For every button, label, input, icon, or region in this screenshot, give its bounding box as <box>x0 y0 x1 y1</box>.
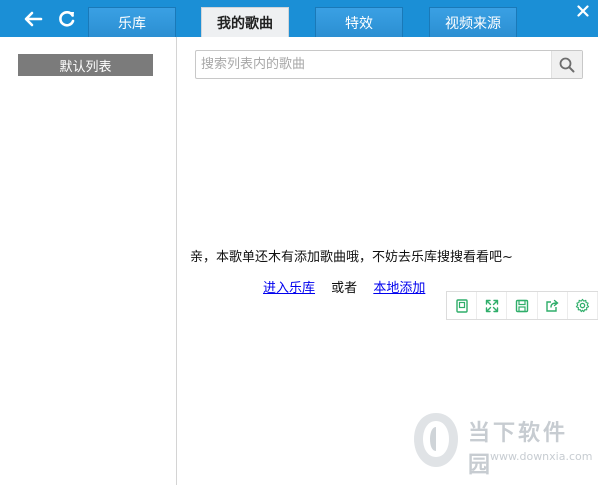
search-box <box>195 50 583 79</box>
default-list-item[interactable]: 默认列表 <box>18 54 153 76</box>
back-button[interactable] <box>22 8 44 30</box>
settings-icon <box>575 298 590 313</box>
close-icon <box>577 5 589 17</box>
watermark: 当下软件园 www.downxia.com <box>410 407 593 478</box>
empty-playlist-message: 亲，本歌单还木有添加歌曲哦，不妨去乐库搜搜看看吧~ <box>190 250 513 265</box>
save-icon <box>515 299 529 312</box>
enter-library-link[interactable]: 进入乐库 <box>263 281 315 296</box>
fullscreen-icon <box>485 299 498 312</box>
watermark-logo-icon <box>414 413 458 467</box>
mini-mode-icon <box>455 298 468 313</box>
save-button[interactable] <box>507 292 538 319</box>
tab-effects[interactable]: 特效 <box>315 7 403 37</box>
tab-music-library[interactable]: 乐库 <box>88 7 176 37</box>
search-icon <box>559 57 575 72</box>
playlist-sidebar: 默认列表 <box>0 37 177 485</box>
share-icon <box>546 299 559 312</box>
local-add-link[interactable]: 本地添加 <box>373 281 425 296</box>
search-input[interactable] <box>196 51 550 78</box>
watermark-url-text: www.downxia.com <box>490 450 593 463</box>
or-text: 或者 <box>331 281 358 296</box>
watermark-brand-text: 当下软件园 <box>468 421 569 478</box>
close-button[interactable] <box>574 2 592 20</box>
mini-mode-button[interactable] <box>447 292 478 319</box>
search-button[interactable] <box>551 51 582 78</box>
share-button[interactable] <box>538 292 568 319</box>
floating-toolbar <box>446 291 598 320</box>
top-bar: 乐库 我的歌曲 特效 视频来源 <box>0 0 598 37</box>
refresh-icon <box>59 11 75 27</box>
settings-button[interactable] <box>568 292 598 319</box>
empty-state-actions: 进入乐库 或者 本地添加 <box>263 277 425 296</box>
tab-my-songs[interactable]: 我的歌曲 <box>201 7 289 37</box>
back-arrow-icon <box>24 11 43 27</box>
tab-video-source[interactable]: 视频来源 <box>429 7 517 37</box>
refresh-button[interactable] <box>56 8 78 30</box>
fullscreen-button[interactable] <box>477 292 508 319</box>
